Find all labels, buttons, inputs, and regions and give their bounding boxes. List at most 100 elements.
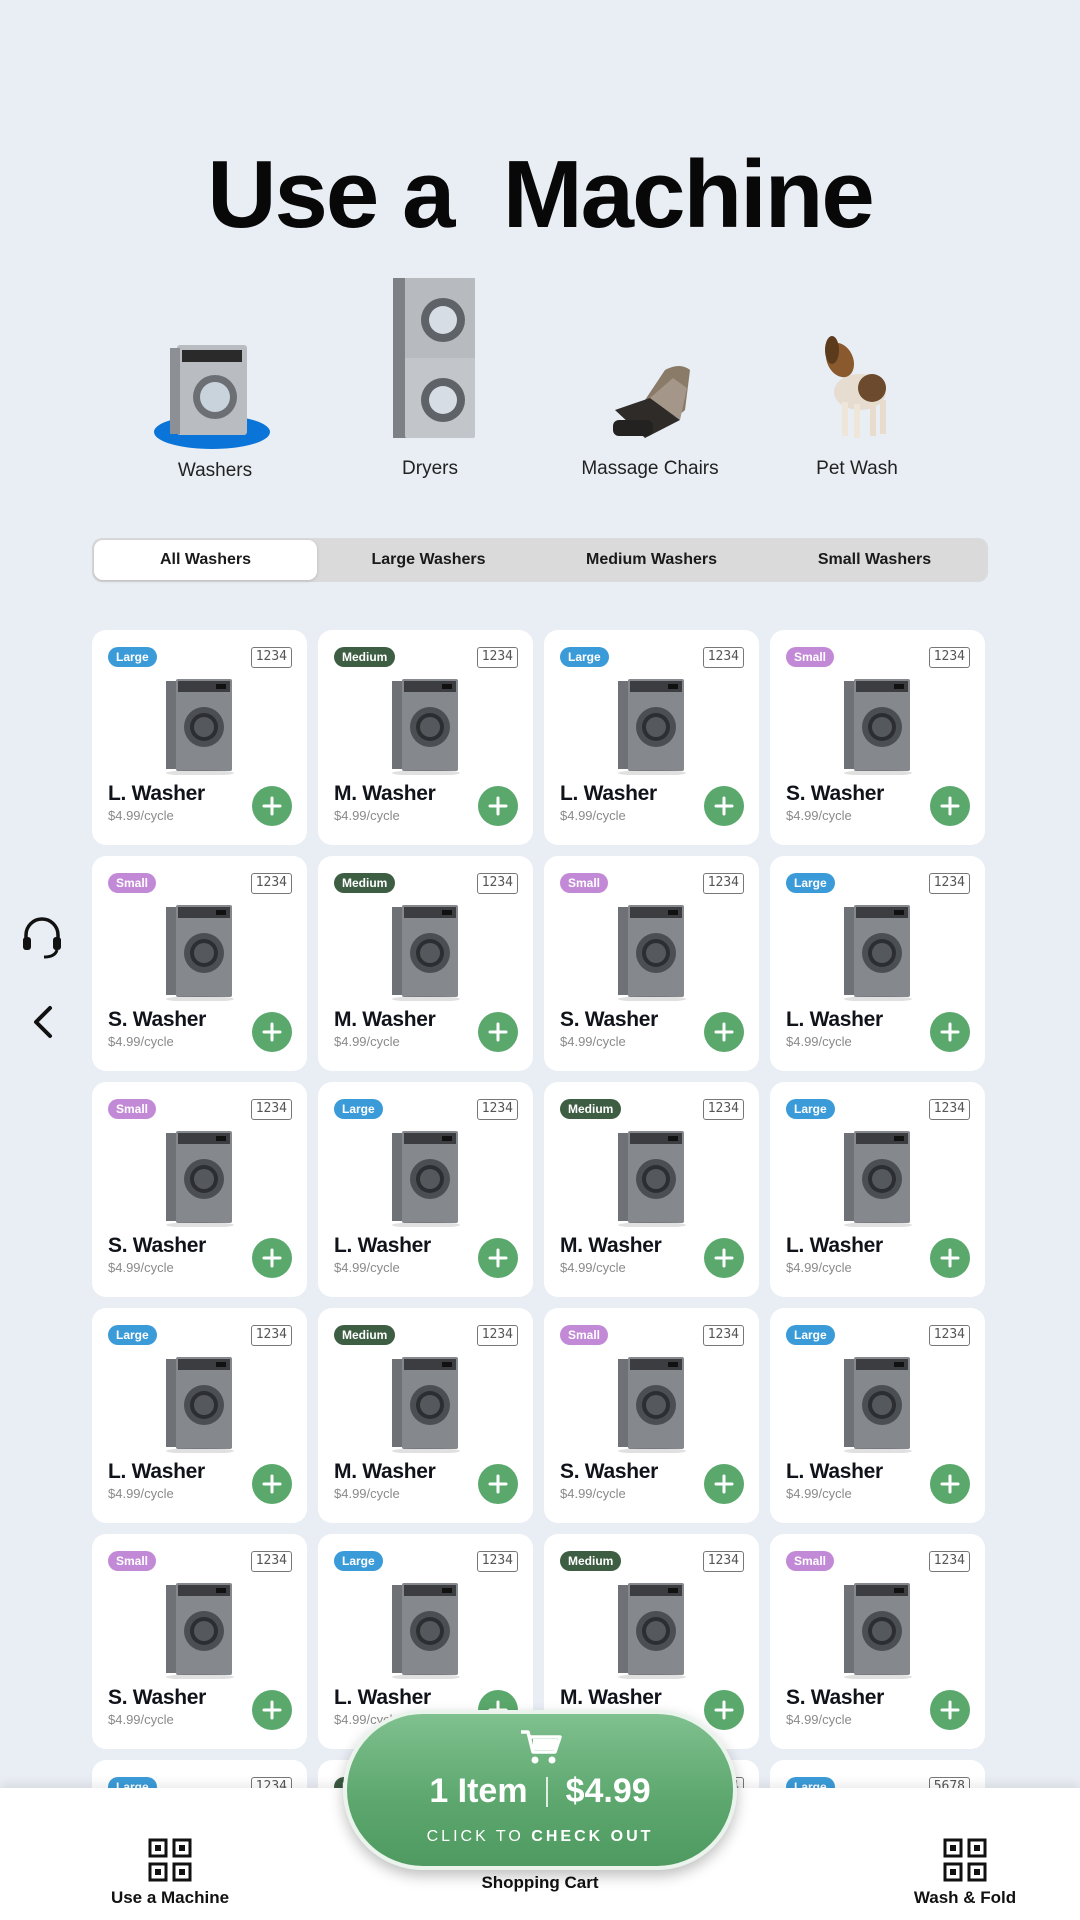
- washer-image: [616, 675, 688, 780]
- machine-card[interactable]: Large 1234 L. Washer $4.99/cycle: [92, 630, 307, 845]
- plus-icon: [714, 1022, 734, 1042]
- washer-image: [390, 901, 462, 1006]
- machine-name: L. Washer: [560, 782, 657, 805]
- add-to-cart-button[interactable]: [930, 1012, 970, 1052]
- category-selector: Washers Dryers Massage Chairs Pet Wash: [110, 270, 970, 490]
- add-to-cart-button[interactable]: [930, 1690, 970, 1730]
- back-button[interactable]: [30, 1005, 54, 1044]
- machine-card[interactable]: Large 1234 L. Washer $4.99/cycle: [770, 1082, 985, 1297]
- machine-price: $4.99/cycle: [560, 1034, 626, 1049]
- add-to-cart-button[interactable]: [252, 1690, 292, 1730]
- add-to-cart-button[interactable]: [478, 1464, 518, 1504]
- machine-price: $4.99/cycle: [334, 1260, 400, 1275]
- add-to-cart-button[interactable]: [704, 1012, 744, 1052]
- cart-item-count: 1 Item: [429, 1772, 528, 1810]
- machine-card[interactable]: Medium 1234 M. Washer $4.99/cycle: [318, 1308, 533, 1523]
- add-to-cart-button[interactable]: [704, 1690, 744, 1730]
- category-washers[interactable]: Washers: [120, 270, 310, 490]
- machine-card[interactable]: Small 1234 S. Washer $4.99/cycle: [92, 1082, 307, 1297]
- support-button[interactable]: [20, 915, 64, 964]
- category-pet-wash[interactable]: Pet Wash: [762, 270, 952, 490]
- machine-card[interactable]: Medium 1234 M. Washer $4.99/cycle: [318, 856, 533, 1071]
- checkout-button[interactable]: 1 Item $4.99 CLICK TO CHECK OUT: [343, 1710, 737, 1870]
- machine-card[interactable]: Medium 1234 M. Washer $4.99/cycle: [318, 630, 533, 845]
- machine-card[interactable]: Large 1234 L. Washer $4.99/cycle: [770, 1308, 985, 1523]
- add-to-cart-button[interactable]: [252, 1238, 292, 1278]
- machine-price: $4.99/cycle: [334, 808, 400, 823]
- add-to-cart-button[interactable]: [704, 786, 744, 826]
- size-badge: Large: [786, 873, 835, 893]
- tab-medium-washers[interactable]: Medium Washers: [540, 540, 763, 580]
- add-to-cart-button[interactable]: [478, 1012, 518, 1052]
- machine-card[interactable]: Small 1234 S. Washer $4.99/cycle: [92, 856, 307, 1071]
- nav-shopping-cart[interactable]: Shopping Cart: [440, 1873, 640, 1893]
- machine-number: 1234: [250, 1325, 292, 1346]
- washer-image: [842, 675, 914, 780]
- machine-card[interactable]: Small 1234 S. Washer $4.99/cycle: [544, 1308, 759, 1523]
- divider: [545, 1776, 548, 1807]
- size-badge: Large: [334, 1099, 383, 1119]
- plus-icon: [940, 1022, 960, 1042]
- machine-card[interactable]: Small 1234 S. Washer $4.99/cycle: [770, 630, 985, 845]
- machine-price: $4.99/cycle: [786, 1260, 852, 1275]
- plus-icon: [940, 796, 960, 816]
- nav-use-a-machine[interactable]: Use a Machine: [110, 1838, 230, 1908]
- machine-card[interactable]: Large 1234 L. Washer $4.99/cycle: [770, 856, 985, 1071]
- plus-icon: [488, 1474, 508, 1494]
- size-badge: Small: [786, 647, 835, 667]
- add-to-cart-button[interactable]: [930, 1238, 970, 1278]
- category-dryers[interactable]: Dryers: [335, 270, 525, 490]
- machine-name: M. Washer: [560, 1686, 662, 1709]
- washer-image: [616, 1127, 688, 1232]
- add-to-cart-button[interactable]: [478, 1238, 518, 1278]
- size-badge: Medium: [334, 1325, 396, 1345]
- qr-code-icon: [148, 1838, 192, 1882]
- plus-icon: [940, 1700, 960, 1720]
- plus-icon: [714, 1474, 734, 1494]
- machine-card[interactable]: Small 1234 S. Washer $4.99/cycle: [92, 1534, 307, 1749]
- washer-image: [842, 1353, 914, 1458]
- washer-image: [164, 1579, 236, 1684]
- cart-total: $4.99: [565, 1772, 651, 1810]
- machine-card[interactable]: Small 1234 S. Washer $4.99/cycle: [770, 1534, 985, 1749]
- machine-card[interactable]: Small 1234 S. Washer $4.99/cycle: [544, 856, 759, 1071]
- machine-card[interactable]: Large 1234 L. Washer $4.99/cycle: [318, 1082, 533, 1297]
- washer-image: [390, 675, 462, 780]
- size-badge: Medium: [560, 1551, 622, 1571]
- plus-icon: [714, 1248, 734, 1268]
- tab-small-washers[interactable]: Small Washers: [763, 540, 986, 580]
- machine-card[interactable]: Large 1234 L. Washer $4.99/cycle: [544, 630, 759, 845]
- add-to-cart-button[interactable]: [478, 786, 518, 826]
- machine-name: M. Washer: [560, 1234, 662, 1257]
- add-to-cart-button[interactable]: [704, 1238, 744, 1278]
- add-to-cart-button[interactable]: [252, 1012, 292, 1052]
- plus-icon: [262, 1022, 282, 1042]
- washer-image: [164, 901, 236, 1006]
- machine-name: L. Washer: [786, 1234, 883, 1257]
- tab-all-washers[interactable]: All Washers: [94, 540, 317, 580]
- washer-image: [390, 1127, 462, 1232]
- washer-size-tabs: All Washers Large Washers Medium Washers…: [92, 538, 988, 582]
- headset-icon: [23, 917, 61, 959]
- machine-card[interactable]: Large 1234 L. Washer $4.99/cycle: [92, 1308, 307, 1523]
- tab-large-washers[interactable]: Large Washers: [317, 540, 540, 580]
- size-badge: Large: [108, 647, 157, 667]
- add-to-cart-button[interactable]: [930, 1464, 970, 1504]
- machine-name: L. Washer: [108, 782, 205, 805]
- machine-number: 1234: [476, 647, 518, 668]
- machine-number: 1234: [250, 1551, 292, 1572]
- add-to-cart-button[interactable]: [930, 786, 970, 826]
- machine-price: $4.99/cycle: [560, 1486, 626, 1501]
- nav-wash-and-fold[interactable]: Wash & Fold: [905, 1838, 1025, 1908]
- plus-icon: [488, 1248, 508, 1268]
- machine-name: L. Washer: [786, 1460, 883, 1483]
- add-to-cart-button[interactable]: [252, 786, 292, 826]
- machine-card[interactable]: Medium 1234 M. Washer $4.99/cycle: [544, 1082, 759, 1297]
- machine-number: 1234: [476, 1099, 518, 1120]
- nav-label: Wash & Fold: [913, 1888, 1017, 1907]
- add-to-cart-button[interactable]: [252, 1464, 292, 1504]
- add-to-cart-button[interactable]: [704, 1464, 744, 1504]
- category-massage-chairs[interactable]: Massage Chairs: [555, 270, 745, 490]
- category-label: Massage Chairs: [581, 458, 719, 479]
- machine-price: $4.99/cycle: [108, 1712, 174, 1727]
